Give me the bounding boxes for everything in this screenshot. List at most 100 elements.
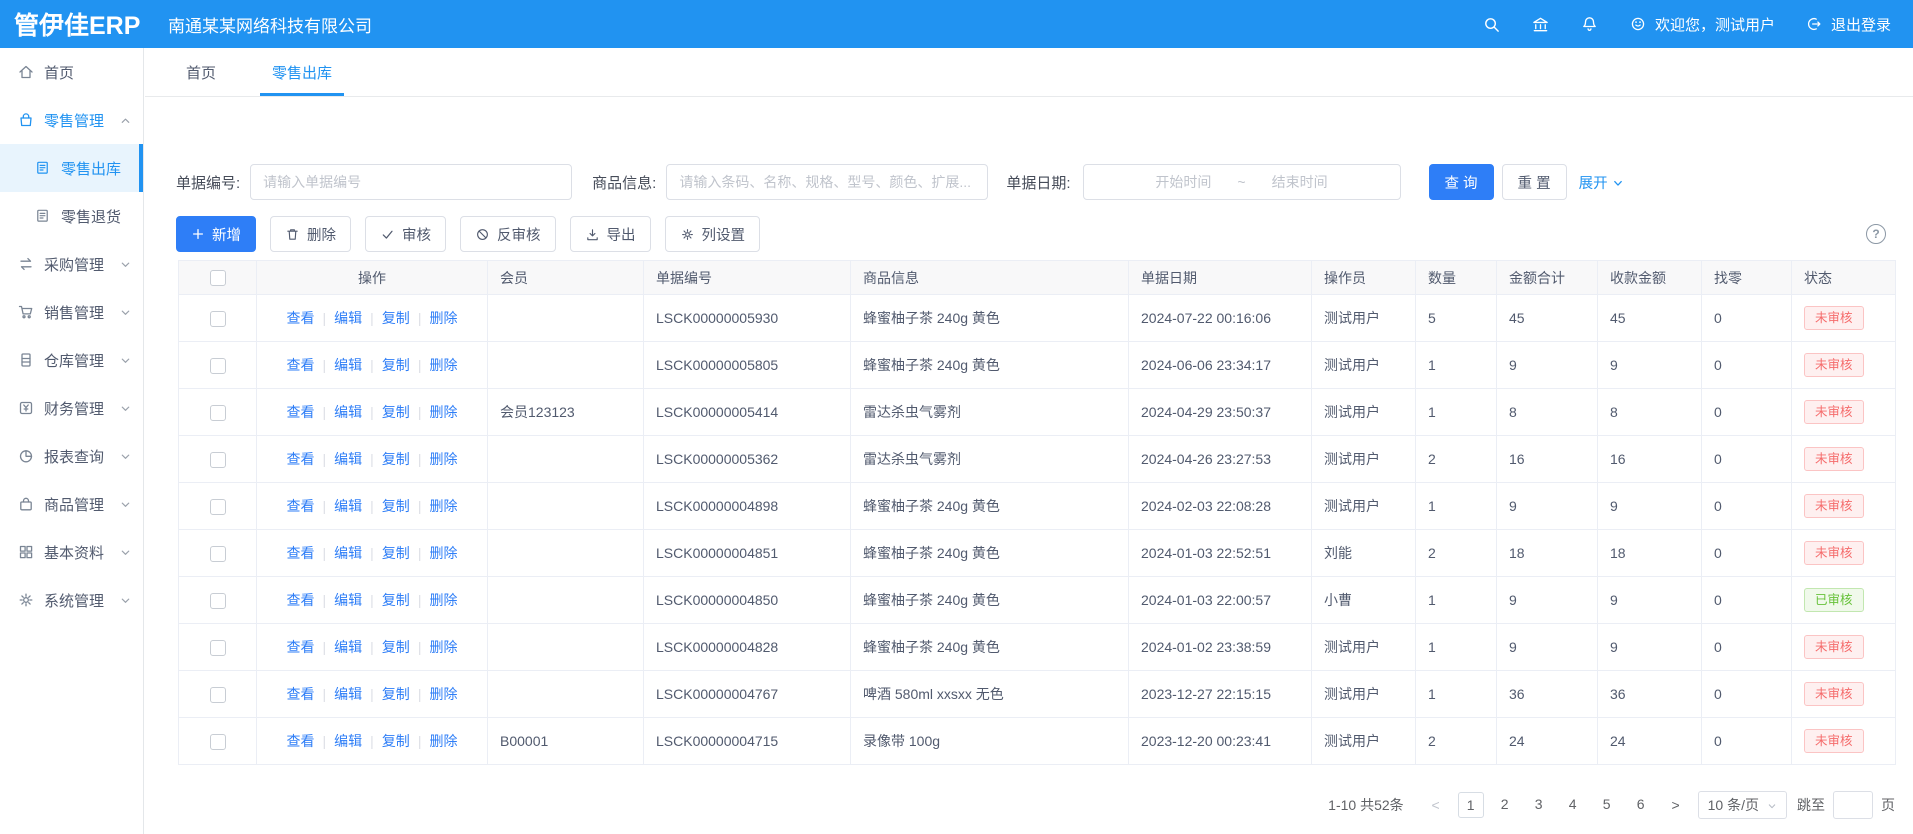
row-action-view[interactable]: 查看 [287, 357, 315, 373]
row-action-delete[interactable]: 删除 [429, 639, 457, 655]
sidebar-item-warehouse-mgmt[interactable]: 仓库管理 [0, 336, 143, 384]
row-checkbox[interactable] [210, 687, 226, 703]
row-action-copy[interactable]: 复制 [382, 686, 410, 702]
sidebar-item-retail-mgmt[interactable]: 零售管理 [0, 96, 143, 144]
row-action-copy[interactable]: 复制 [382, 451, 410, 467]
row-action-view[interactable]: 查看 [287, 545, 315, 561]
sidebar-item-sales-mgmt[interactable]: 销售管理 [0, 288, 143, 336]
row-checkbox[interactable] [210, 405, 226, 421]
date-range-input[interactable]: 开始时间 ~ 结束时间 [1083, 164, 1401, 200]
cell-received: 18 [1598, 530, 1702, 577]
product-info-input[interactable] [666, 164, 988, 200]
sidebar-item-retail-outbound[interactable]: 零售出库 [0, 144, 143, 192]
row-action-edit[interactable]: 编辑 [334, 686, 362, 702]
row-action-copy[interactable]: 复制 [382, 310, 410, 326]
row-checkbox[interactable] [210, 499, 226, 515]
unaudit-button[interactable]: 反审核 [460, 216, 556, 252]
audit-button[interactable]: 审核 [365, 216, 446, 252]
page-number-4[interactable]: 4 [1560, 792, 1586, 818]
row-checkbox[interactable] [210, 358, 226, 374]
sidebar-item-report-query[interactable]: 报表查询 [0, 432, 143, 480]
help-icon[interactable]: ? [1866, 224, 1886, 244]
tab-home[interactable]: 首页 [172, 48, 230, 96]
row-action-edit[interactable]: 编辑 [334, 498, 362, 514]
page-jump-input[interactable] [1833, 791, 1873, 819]
row-action-copy[interactable]: 复制 [382, 545, 410, 561]
search-button[interactable]: 查 询 [1429, 164, 1494, 200]
sidebar-item-finance-mgmt[interactable]: 财务管理 [0, 384, 143, 432]
search-icon[interactable] [1482, 15, 1501, 34]
welcome-user[interactable]: 欢迎您，测试用户 [1629, 14, 1775, 35]
pagination: 1-10 共52条 < 123456 > 10 条/页 跳至 页 [178, 791, 1895, 819]
expand-link[interactable]: 展开 [1579, 172, 1624, 193]
row-action-edit[interactable]: 编辑 [334, 451, 362, 467]
retail-icon [17, 111, 35, 129]
row-action-delete[interactable]: 删除 [429, 404, 457, 420]
column-settings-button[interactable]: 列设置 [665, 216, 761, 252]
row-action-delete[interactable]: 删除 [429, 733, 457, 749]
row-action-delete[interactable]: 删除 [429, 498, 457, 514]
row-action-view[interactable]: 查看 [287, 733, 315, 749]
sidebar-item-system-mgmt[interactable]: 系统管理 [0, 576, 143, 624]
delete-button[interactable]: 删除 [270, 216, 351, 252]
row-action-delete[interactable]: 删除 [429, 545, 457, 561]
row-checkbox[interactable] [210, 311, 226, 327]
page-number-3[interactable]: 3 [1526, 792, 1552, 818]
row-checkbox[interactable] [210, 640, 226, 656]
row-action-copy[interactable]: 复制 [382, 498, 410, 514]
next-page-button[interactable]: > [1664, 792, 1688, 818]
row-checkbox[interactable] [210, 546, 226, 562]
row-action-view[interactable]: 查看 [287, 404, 315, 420]
sidebar-item-purchase-mgmt[interactable]: 采购管理 [0, 240, 143, 288]
row-action-view[interactable]: 查看 [287, 498, 315, 514]
row-action-view[interactable]: 查看 [287, 639, 315, 655]
page-number-5[interactable]: 5 [1594, 792, 1620, 818]
row-action-copy[interactable]: 复制 [382, 733, 410, 749]
row-action-delete[interactable]: 删除 [429, 451, 457, 467]
row-action-edit[interactable]: 编辑 [334, 639, 362, 655]
row-action-copy[interactable]: 复制 [382, 357, 410, 373]
prev-page-button[interactable]: < [1424, 792, 1448, 818]
row-action-edit[interactable]: 编辑 [334, 310, 362, 326]
status-badge: 未审核 [1804, 400, 1864, 425]
reset-button[interactable]: 重 置 [1502, 164, 1567, 200]
row-action-edit[interactable]: 编辑 [334, 733, 362, 749]
row-action-copy[interactable]: 复制 [382, 592, 410, 608]
row-action-delete[interactable]: 删除 [429, 310, 457, 326]
page-number-6[interactable]: 6 [1628, 792, 1654, 818]
logout-button[interactable]: 退出登录 [1805, 14, 1891, 35]
row-action-edit[interactable]: 编辑 [334, 592, 362, 608]
page-number-2[interactable]: 2 [1492, 792, 1518, 818]
row-checkbox[interactable] [210, 734, 226, 750]
sidebar-item-home[interactable]: 首页 [0, 48, 143, 96]
bell-icon[interactable] [1580, 15, 1599, 34]
sidebar-item-retail-return[interactable]: 零售退货 [0, 192, 143, 240]
row-action-view[interactable]: 查看 [287, 310, 315, 326]
row-action-view[interactable]: 查看 [287, 686, 315, 702]
row-action-delete[interactable]: 删除 [429, 686, 457, 702]
row-action-delete[interactable]: 删除 [429, 592, 457, 608]
app-logo[interactable]: 管伊佳ERP [0, 6, 158, 42]
add-button[interactable]: 新增 [176, 216, 256, 252]
page-number-1[interactable]: 1 [1458, 792, 1484, 818]
page-size-select[interactable]: 10 条/页 [1698, 791, 1787, 819]
cell-bill_no: LSCK00000004828 [644, 624, 851, 671]
cell-change: 0 [1702, 389, 1792, 436]
row-checkbox[interactable] [210, 593, 226, 609]
row-action-edit[interactable]: 编辑 [334, 545, 362, 561]
row-action-copy[interactable]: 复制 [382, 404, 410, 420]
row-action-view[interactable]: 查看 [287, 451, 315, 467]
sidebar-item-basic-data[interactable]: 基本资料 [0, 528, 143, 576]
row-action-delete[interactable]: 删除 [429, 357, 457, 373]
sidebar-item-goods-mgmt[interactable]: 商品管理 [0, 480, 143, 528]
export-button[interactable]: 导出 [570, 216, 651, 252]
bill-no-input[interactable] [250, 164, 572, 200]
select-all-checkbox[interactable] [210, 270, 226, 286]
bank-icon[interactable] [1531, 15, 1550, 34]
row-action-view[interactable]: 查看 [287, 592, 315, 608]
row-action-edit[interactable]: 编辑 [334, 404, 362, 420]
row-action-copy[interactable]: 复制 [382, 639, 410, 655]
tab-retail-outbound[interactable]: 零售出库 [258, 48, 346, 96]
row-action-edit[interactable]: 编辑 [334, 357, 362, 373]
row-checkbox[interactable] [210, 452, 226, 468]
